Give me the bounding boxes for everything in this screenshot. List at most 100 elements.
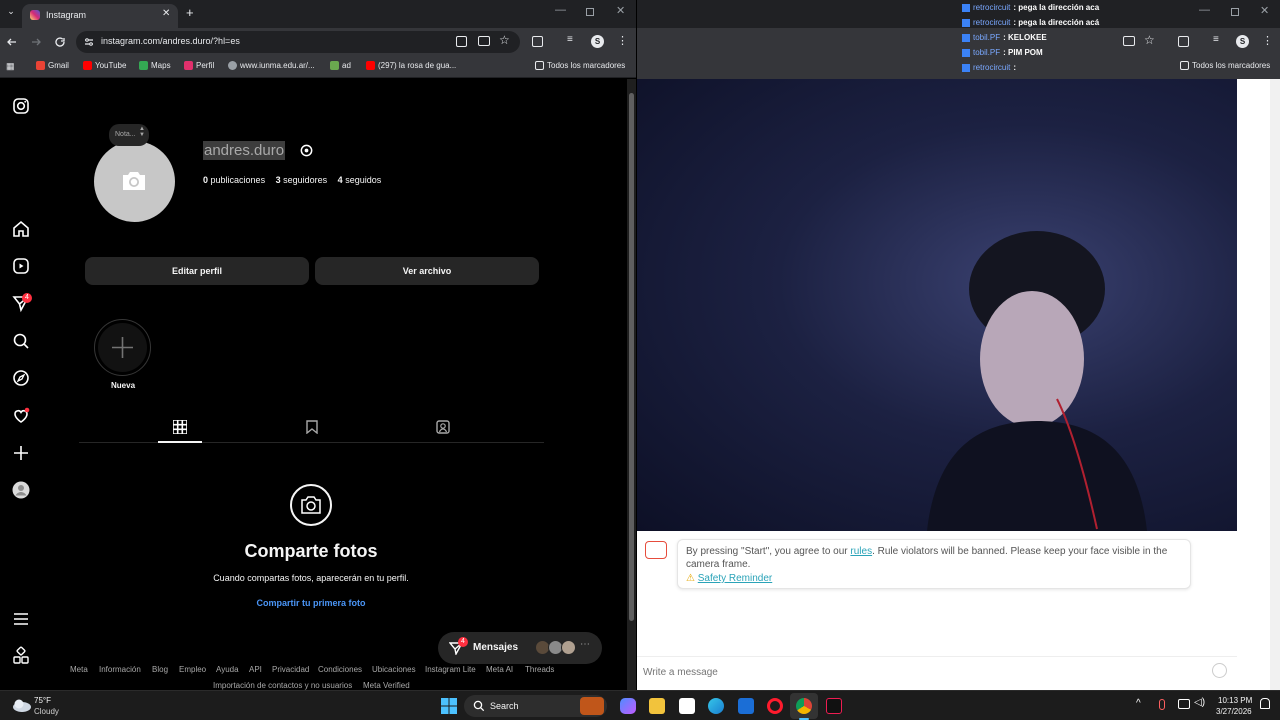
bookmark-perfil[interactable]: Perfil (184, 61, 214, 70)
clock-date[interactable]: 3/27/2026 (1216, 707, 1252, 716)
heart-icon[interactable] (11, 406, 31, 426)
weather-temperature[interactable]: 75°F (34, 696, 51, 705)
footer-link[interactable]: Información (99, 665, 141, 674)
media-controls-icon[interactable]: ≡ (1213, 34, 1219, 45)
message-input[interactable] (643, 663, 1183, 681)
copilot-icon[interactable] (620, 698, 636, 714)
page-scrollbar[interactable] (1270, 79, 1280, 690)
file-explorer-icon[interactable] (649, 698, 665, 714)
view-archive-button[interactable]: Ver archivo (315, 257, 539, 285)
footer-link[interactable]: Empleo (179, 665, 206, 674)
minimize-button[interactable]: — (1199, 4, 1210, 16)
browser-menu-icon[interactable]: ⋮ (1262, 34, 1273, 47)
tab-close-icon[interactable]: ✕ (162, 8, 170, 19)
more-menu-icon[interactable] (11, 609, 31, 629)
minimize-button[interactable]: — (555, 4, 566, 16)
bookmark-star-icon[interactable]: ☆ (499, 33, 510, 47)
bookmark-gmail[interactable]: Gmail (36, 61, 69, 70)
edge-icon[interactable] (708, 698, 724, 714)
microsoft-store-icon[interactable] (679, 698, 695, 714)
reels-icon[interactable] (11, 256, 31, 276)
messages-pill[interactable]: 4 Mensajes ⋯ (438, 632, 602, 664)
profile-avatar[interactable]: S (591, 35, 604, 48)
close-window-button[interactable]: ✕ (616, 4, 625, 17)
profile-avatar[interactable]: S (1236, 35, 1249, 48)
clock-time[interactable]: 10:13 PM (1218, 696, 1252, 705)
bookmark-maps[interactable]: Maps (139, 61, 171, 70)
following-stat[interactable]: 4 seguidos (338, 175, 382, 185)
extensions-icon[interactable] (1178, 36, 1189, 47)
opera-icon[interactable] (767, 698, 783, 714)
tagged-icon[interactable] (436, 420, 450, 434)
windows-start-icon[interactable] (441, 698, 457, 714)
back-icon[interactable] (6, 36, 18, 48)
maximize-button[interactable] (586, 8, 594, 16)
followers-stat[interactable]: 3 seguidores (276, 175, 328, 185)
show-hidden-icons[interactable]: ^ (1136, 698, 1141, 709)
home-icon[interactable] (11, 219, 31, 239)
footer-link[interactable]: Meta Verified (363, 681, 410, 690)
meta-apps-icon[interactable] (11, 646, 31, 666)
profile-icon[interactable] (11, 480, 31, 500)
explore-icon[interactable] (11, 368, 31, 388)
address-bar[interactable]: instagram.com/andres.duro/?hl=es ☆ (76, 31, 520, 53)
browser-menu-icon[interactable]: ⋮ (617, 34, 628, 47)
taskbar-search-box[interactable]: Search (464, 695, 607, 717)
reload-icon[interactable] (54, 36, 66, 48)
tab-search-button[interactable]: ⌄ (4, 6, 18, 20)
install-app-icon[interactable] (478, 36, 490, 46)
scrollbar-thumb[interactable] (629, 93, 634, 621)
share-first-photo-link[interactable]: Compartir tu primera foto (0, 598, 622, 608)
search-icon[interactable] (11, 331, 31, 351)
footer-link[interactable]: Ubicaciones (372, 665, 416, 674)
bookmark-iunma[interactable]: www.iunma.edu.ar/... (228, 61, 315, 70)
tiktok-icon[interactable] (826, 698, 842, 714)
weather-description[interactable]: Cloudy (34, 707, 59, 716)
apps-grid-icon[interactable]: ▦ (6, 61, 15, 72)
site-info-icon[interactable] (84, 37, 94, 47)
translate-icon[interactable] (456, 36, 467, 47)
install-app-icon[interactable] (1123, 36, 1135, 46)
safety-reminder-link[interactable]: Safety Reminder (698, 573, 772, 584)
chrome-icon[interactable] (796, 698, 812, 714)
footer-link[interactable]: Blog (152, 665, 168, 674)
footer-link[interactable]: API (249, 665, 262, 674)
bookmark-star-icon[interactable]: ☆ (1144, 33, 1155, 47)
new-highlight-button[interactable] (94, 319, 151, 376)
footer-link[interactable]: Threads (525, 665, 554, 674)
extensions-icon[interactable] (532, 36, 543, 47)
notification-bell-icon[interactable] (1260, 698, 1270, 709)
page-scrollbar[interactable] (627, 79, 636, 690)
grid-posts-icon[interactable] (173, 420, 187, 434)
bookmark-youtube-video[interactable]: (297) la rosa de gua... (366, 61, 456, 70)
create-plus-icon[interactable] (11, 443, 31, 463)
forward-icon[interactable] (30, 36, 42, 48)
footer-link[interactable]: Instagram Lite (425, 665, 476, 674)
maximize-button[interactable] (1231, 8, 1239, 16)
close-window-button[interactable]: ✕ (1260, 4, 1269, 17)
emoji-icon[interactable] (1212, 663, 1227, 678)
edit-profile-button[interactable]: Editar perfil (85, 257, 309, 285)
note-bubble[interactable]: Nota... ▲ ▼ (109, 124, 149, 146)
bookmark-ad[interactable]: ad (330, 61, 351, 70)
footer-link[interactable]: Privacidad (272, 665, 309, 674)
media-controls-icon[interactable]: ≡ (567, 34, 573, 45)
settings-gear-icon[interactable] (299, 143, 314, 158)
rules-link[interactable]: rules (850, 546, 872, 557)
mail-icon[interactable] (738, 698, 754, 714)
bookmark-youtube[interactable]: YouTube (83, 61, 126, 70)
network-icon[interactable] (1178, 699, 1190, 709)
new-tab-button[interactable]: + (186, 5, 194, 20)
footer-link[interactable]: Meta AI (486, 665, 513, 674)
all-bookmarks[interactable]: Todos los marcadores (1180, 61, 1270, 70)
tab-instagram[interactable]: Instagram ✕ (22, 4, 178, 28)
footer-link[interactable]: Ayuda (216, 665, 239, 674)
profile-picture[interactable] (94, 141, 175, 222)
footer-link[interactable]: Meta (70, 665, 88, 674)
footer-link[interactable]: Condiciones (318, 665, 362, 674)
saved-bookmark-icon[interactable] (305, 420, 319, 434)
instagram-logo-icon[interactable] (11, 96, 31, 116)
microphone-icon[interactable] (1159, 699, 1165, 710)
volume-icon[interactable]: ◁) (1194, 697, 1205, 708)
footer-link[interactable]: Importación de contactos y no usuarios (213, 681, 352, 690)
